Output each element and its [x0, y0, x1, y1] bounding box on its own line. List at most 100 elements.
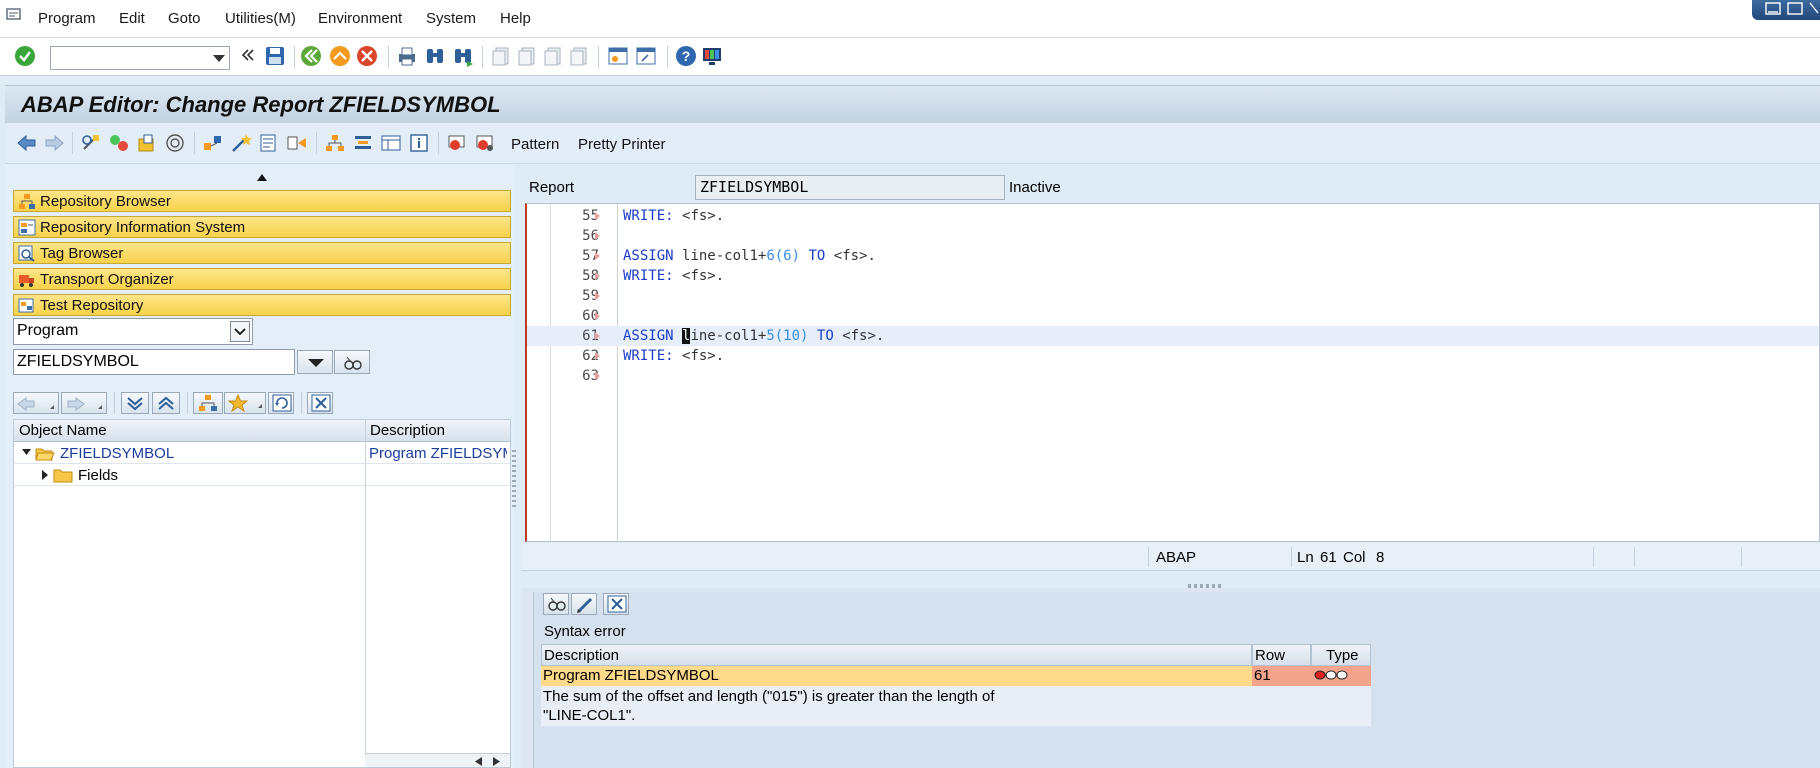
help-icon[interactable]: ?	[675, 45, 697, 67]
error-row-description[interactable]: Program ZFIELDSYMBOL	[541, 666, 1252, 686]
code-line[interactable]: 59	[527, 286, 1819, 306]
collapse-double-chevron-icon[interactable]	[241, 48, 255, 62]
error-row-line[interactable]: 61	[1252, 666, 1311, 686]
fold-marker-icon[interactable]	[595, 252, 600, 260]
close-error-panel-button[interactable]	[603, 593, 629, 615]
object-name-dropdown-button[interactable]	[297, 350, 333, 374]
nav-transport-organizer[interactable]: Transport Organizer	[13, 268, 511, 290]
nav-forward-button[interactable]	[61, 392, 107, 414]
code-line[interactable]: 62 WRITE: <fs>.	[527, 346, 1819, 366]
save-icon[interactable]	[264, 45, 286, 67]
nav-back-button[interactable]	[13, 392, 59, 414]
tree-collapsed-icon[interactable]	[42, 470, 49, 480]
nav-repository-information-system[interactable]: Repository Information System	[13, 216, 511, 238]
menu-system[interactable]: System	[426, 10, 476, 27]
favorites-button[interactable]	[224, 392, 266, 414]
menu-edit[interactable]: Edit	[119, 10, 145, 27]
display-object-button[interactable]	[334, 350, 370, 374]
menu-program[interactable]: Program	[38, 10, 96, 27]
tree-node-name[interactable]: Fields	[78, 467, 118, 484]
fold-marker-icon[interactable]	[595, 312, 600, 320]
test-execute-icon[interactable]	[258, 133, 280, 153]
display-change-icon[interactable]	[80, 133, 102, 153]
info-icon[interactable]	[408, 133, 430, 153]
vertical-splitter[interactable]	[512, 450, 516, 510]
back-arrow-icon[interactable]	[16, 133, 38, 153]
last-page-icon[interactable]	[568, 45, 590, 67]
code-line[interactable]: 63	[527, 366, 1819, 386]
code-line[interactable]: 57 ASSIGN line-col1+6(6) TO <fs>.	[527, 246, 1819, 266]
shortcut-icon[interactable]	[635, 45, 657, 67]
close-navigator-button[interactable]	[307, 392, 333, 414]
menu-goto[interactable]: Goto	[168, 10, 201, 27]
cancel-icon[interactable]	[356, 45, 378, 67]
first-page-icon[interactable]	[490, 45, 512, 67]
code-line[interactable]: 60	[527, 306, 1819, 326]
fold-marker-icon[interactable]	[595, 232, 600, 240]
object-type-dropdown[interactable]: Program	[13, 318, 253, 345]
breakpoint-icon[interactable]	[446, 133, 468, 153]
other-object-icon[interactable]	[136, 133, 158, 153]
sap-menu-icon[interactable]	[6, 7, 22, 21]
check-icon[interactable]	[164, 133, 186, 153]
enter-checkmark-icon[interactable]	[14, 45, 36, 67]
fold-marker-icon[interactable]	[595, 332, 600, 340]
tree-node-name[interactable]: ZFIELDSYMBOL	[60, 445, 174, 462]
previous-page-icon[interactable]	[516, 45, 538, 67]
create-session-icon[interactable]	[607, 45, 629, 67]
column-header-description[interactable]: Description	[541, 644, 1252, 666]
collapse-arrow-icon[interactable]	[257, 174, 267, 181]
nav-tag-browser[interactable]: Tag Browser	[13, 242, 511, 264]
error-detail-button[interactable]	[543, 593, 569, 615]
object-list-icon[interactable]	[324, 133, 346, 153]
pattern-button[interactable]: Pattern	[511, 136, 559, 153]
window-buttons-icon[interactable]	[1752, 0, 1820, 20]
fold-marker-icon[interactable]	[595, 272, 600, 280]
pretty-printer-button[interactable]: Pretty Printer	[578, 136, 666, 153]
code-line-current[interactable]: 61 ASSIGN line-col1+5(10) TO <fs>.	[527, 326, 1819, 346]
back-icon[interactable]	[300, 45, 322, 67]
hierarchy-button[interactable]	[193, 392, 223, 414]
fold-marker-icon[interactable]	[595, 372, 600, 380]
code-editor[interactable]: 55 WRITE: <fs>. 56 57 ASSIGN line-col1+6…	[525, 203, 1820, 542]
edit-error-button[interactable]	[571, 593, 597, 615]
active-inactive-icon[interactable]	[108, 133, 130, 153]
navigate-icon[interactable]	[286, 133, 308, 153]
enhance-icon[interactable]	[352, 133, 374, 153]
object-name-field[interactable]: ZFIELDSYMBOL	[13, 349, 295, 375]
object-type-dropdown-button[interactable]	[230, 321, 250, 342]
fold-marker-icon[interactable]	[595, 352, 600, 360]
exit-icon[interactable]	[329, 45, 351, 67]
find-icon[interactable]	[424, 45, 446, 67]
horizontal-scrollbar[interactable]	[365, 753, 510, 767]
refresh-button[interactable]	[268, 392, 294, 414]
menu-help[interactable]: Help	[500, 10, 531, 27]
layout-icon[interactable]	[380, 133, 402, 153]
nav-test-repository[interactable]: Test Repository	[13, 294, 511, 316]
external-breakpoint-icon[interactable]	[474, 133, 496, 153]
tree-expanded-icon[interactable]	[22, 449, 31, 456]
nav-repository-browser[interactable]: Repository Browser	[13, 190, 511, 212]
find-next-icon[interactable]	[452, 45, 474, 67]
customize-layout-icon[interactable]	[701, 45, 723, 67]
column-header-description[interactable]: Description	[370, 422, 445, 439]
error-row-type[interactable]	[1311, 666, 1371, 686]
collapse-all-button[interactable]	[152, 392, 180, 414]
code-line[interactable]: 56	[527, 226, 1819, 246]
fold-marker-icon[interactable]	[595, 212, 600, 220]
tree-row[interactable]: ZFIELDSYMBOL Program ZFIELDSYMB	[14, 443, 510, 464]
forward-arrow-icon[interactable]	[43, 133, 65, 153]
scroll-left-icon[interactable]	[475, 757, 483, 766]
print-icon[interactable]	[396, 45, 418, 67]
where-used-icon[interactable]	[202, 133, 224, 153]
chevron-down-icon[interactable]	[213, 55, 225, 63]
fold-marker-icon[interactable]	[595, 292, 600, 300]
column-header-row[interactable]: Row	[1252, 644, 1311, 666]
menu-environment[interactable]: Environment	[318, 10, 402, 27]
code-line[interactable]: 58 WRITE: <fs>.	[527, 266, 1819, 286]
expand-all-button[interactable]	[121, 392, 149, 414]
column-header-object-name[interactable]: Object Name	[19, 422, 107, 439]
code-line[interactable]: 55 WRITE: <fs>.	[527, 206, 1819, 226]
menu-utilities[interactable]: Utilities(M)	[225, 10, 296, 27]
tree-row[interactable]: Fields	[14, 465, 510, 486]
